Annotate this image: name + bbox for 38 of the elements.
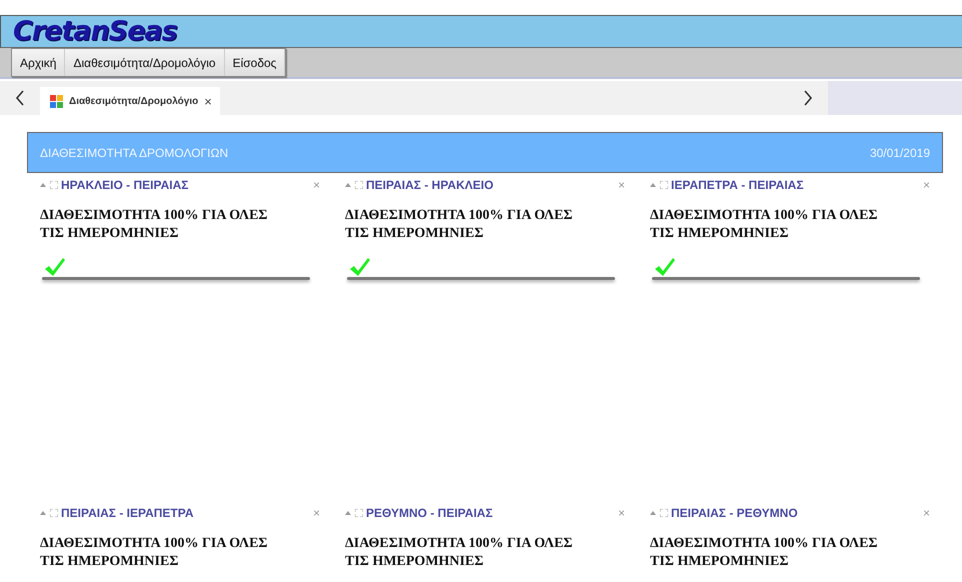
availability-text: ΔΙΑΘΕΣΙΜΟΤΗΤΑ 100% ΓΙΑ ΟΛΕΣ ΤΙΣ ΗΜΕΡΟΜΗΝΙΕΣ	[345, 207, 574, 243]
close-button[interactable]: ×	[922, 178, 930, 192]
collapse-icon[interactable]	[40, 511, 46, 515]
close-button[interactable]: ×	[618, 506, 625, 520]
grid-icon	[50, 94, 63, 108]
widget-title: ΠΕΙΡΑΙΑΣ - ΡΕΘΥΜΝΟ	[671, 506, 799, 520]
menu-item[interactable]: Διαθεσιμότητα/Δρομολόγιο	[65, 49, 225, 76]
close-button[interactable]: ×	[312, 506, 320, 520]
close-button[interactable]: ×	[312, 178, 320, 192]
menu-item[interactable]: Αρχική	[12, 49, 66, 76]
expand-icon[interactable]	[355, 509, 363, 517]
expand-icon[interactable]	[660, 181, 668, 189]
widget-title: ΠΕΙΡΑΙΑΣ - ΗΡΑΚΛΕΙΟ	[366, 178, 494, 192]
widget-title: ΙΕΡΑΠΕΤΡΑ - ΠΕΙΡΑΙΑΣ	[671, 178, 805, 192]
availability-text: ΔΙΑΘΕΣΙΜΟΤΗΤΑ 100% ΓΙΑ ΟΛΕΣ ΤΙΣ ΗΜΕΡΟΜΗΝΙΕΣ	[650, 535, 879, 571]
widget-title: ΠΕΙΡΑΙΑΣ - ΙΕΡΑΠΕΤΡΑ	[61, 506, 195, 520]
expand-icon[interactable]	[660, 509, 668, 517]
collapse-icon[interactable]	[345, 183, 351, 187]
widget-title: ΗΡΑΚΛΕΙΟ - ΠΕΙΡΑΙΑΣ	[61, 178, 190, 192]
expand-icon[interactable]	[355, 181, 363, 189]
panel-title: ΔΙΑΘΕΣΙΜΟΤΗΤΑ ΔΡΟΜΟΛΟΓΙΩΝ	[40, 146, 228, 160]
widget-title: ΡΕΘΥΜΝΟ - ΠΕΙΡΑΙΑΣ	[366, 506, 494, 520]
tab[interactable]: Διαθεσιμότητα/Δρομολόγιο ×	[40, 87, 220, 115]
availability-text: ΔΙΑΘΕΣΙΜΟΤΗΤΑ 100% ΓΙΑ ΟΛΕΣ ΤΙΣ ΗΜΕΡΟΜΗΝΙΕΣ	[650, 207, 879, 243]
collapse-icon[interactable]	[40, 183, 46, 187]
close-button[interactable]: ×	[618, 178, 625, 192]
close-button[interactable]: ×	[922, 506, 930, 520]
panel-date: 30/01/2019	[870, 146, 930, 160]
expand-icon[interactable]	[50, 509, 58, 517]
availability-text: ΔΙΑΘΕΣΙΜΟΤΗΤΑ 100% ΓΙΑ ΟΛΕΣ ΤΙΣ ΗΜΕΡΟΜΗΝΙΕΣ	[40, 535, 269, 571]
logo: CretanSeas	[13, 16, 177, 47]
collapse-icon[interactable]	[345, 511, 351, 515]
availability-text: ΔΙΑΘΕΣΙΜΟΤΗΤΑ 100% ΓΙΑ ΟΛΕΣ ΤΙΣ ΗΜΕΡΟΜΗΝΙΕΣ	[40, 207, 269, 243]
expand-icon[interactable]	[50, 181, 58, 189]
availability-text: ΔΙΑΘΕΣΙΜΟΤΗΤΑ 100% ΓΙΑ ΟΛΕΣ ΤΙΣ ΗΜΕΡΟΜΗΝΙΕΣ	[345, 535, 574, 571]
collapse-icon[interactable]	[650, 183, 656, 187]
menu-item[interactable]: Είσοδος	[224, 49, 286, 76]
collapse-icon[interactable]	[650, 511, 656, 515]
